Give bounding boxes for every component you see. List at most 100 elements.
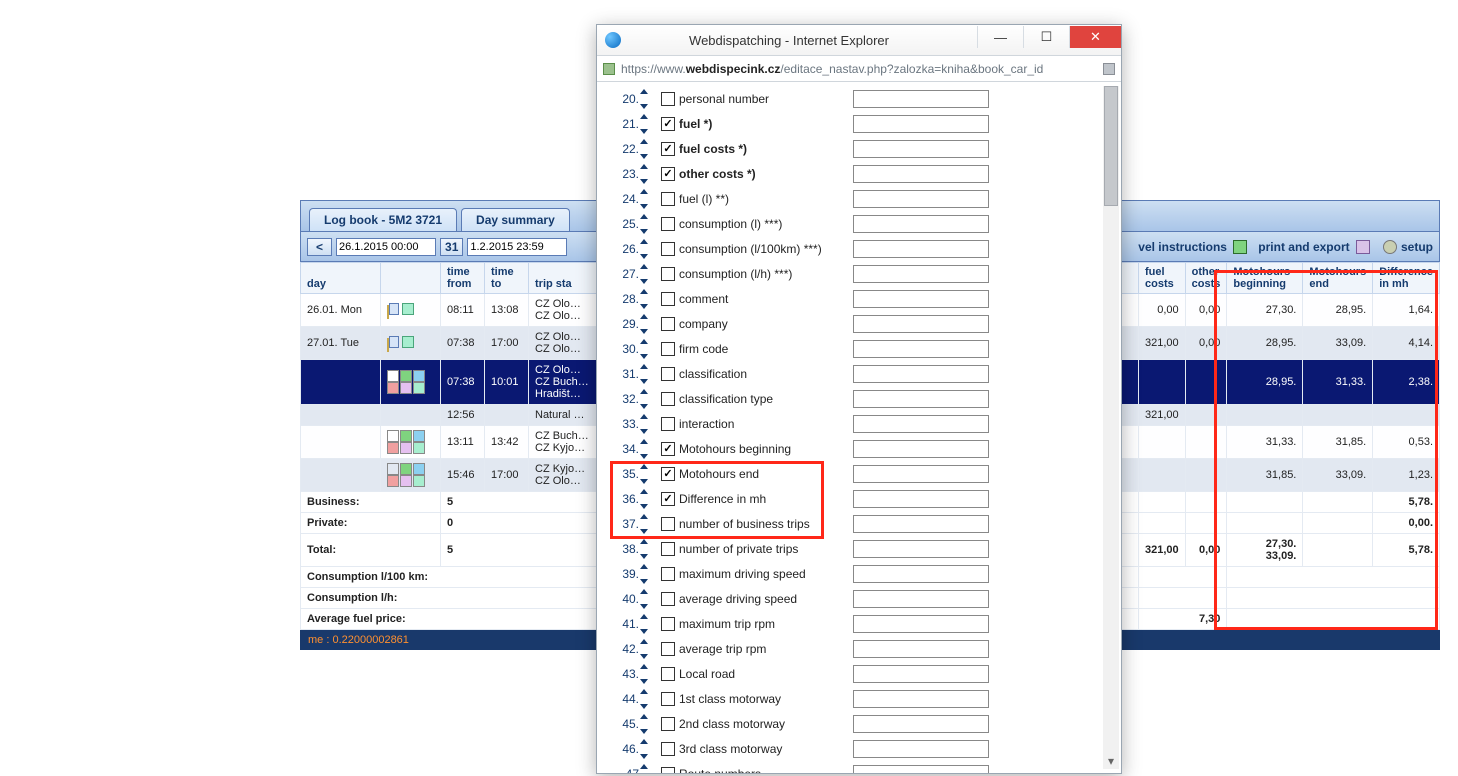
reorder-arrows-icon[interactable] bbox=[639, 114, 651, 134]
reorder-arrows-icon[interactable] bbox=[639, 364, 651, 384]
option-checkbox[interactable] bbox=[661, 542, 675, 556]
scrollbar[interactable]: ▴ ▾ bbox=[1103, 86, 1119, 769]
reorder-arrows-icon[interactable] bbox=[639, 389, 651, 409]
option-checkbox[interactable] bbox=[661, 167, 675, 181]
address-bar[interactable]: https://www.webdispecink.cz/editace_nast… bbox=[597, 56, 1121, 82]
reorder-arrows-icon[interactable] bbox=[639, 414, 651, 434]
option-checkbox[interactable] bbox=[661, 442, 675, 456]
option-value-input[interactable] bbox=[853, 165, 989, 183]
option-checkbox[interactable] bbox=[661, 217, 675, 231]
window-titlebar[interactable]: Webdispatching - Internet Explorer — ☐ ✕ bbox=[597, 25, 1121, 56]
option-checkbox[interactable] bbox=[661, 392, 675, 406]
option-checkbox[interactable] bbox=[661, 192, 675, 206]
option-checkbox[interactable] bbox=[661, 667, 675, 681]
reorder-arrows-icon[interactable] bbox=[639, 289, 651, 309]
option-value-input[interactable] bbox=[853, 540, 989, 558]
col-mh-begin[interactable]: Motohours beginning bbox=[1227, 263, 1303, 294]
print-icon[interactable] bbox=[1356, 240, 1370, 254]
print-export-link[interactable]: print and export bbox=[1258, 240, 1349, 254]
option-checkbox[interactable] bbox=[661, 742, 675, 756]
reorder-arrows-icon[interactable] bbox=[639, 314, 651, 334]
option-value-input[interactable] bbox=[853, 115, 989, 133]
col-other-costs[interactable]: other costs bbox=[1185, 263, 1227, 294]
tab-logbook[interactable]: Log book - 5M2 3721 bbox=[309, 208, 457, 231]
reorder-arrows-icon[interactable] bbox=[639, 89, 651, 109]
reorder-arrows-icon[interactable] bbox=[639, 239, 651, 259]
option-checkbox[interactable] bbox=[661, 242, 675, 256]
reorder-arrows-icon[interactable] bbox=[639, 489, 651, 509]
option-value-input[interactable] bbox=[853, 240, 989, 258]
setup-link[interactable]: setup bbox=[1401, 240, 1433, 254]
option-checkbox[interactable] bbox=[661, 567, 675, 581]
reorder-arrows-icon[interactable] bbox=[639, 164, 651, 184]
col-time-from[interactable]: time from bbox=[441, 263, 485, 294]
option-value-input[interactable] bbox=[853, 565, 989, 583]
reorder-arrows-icon[interactable] bbox=[639, 514, 651, 534]
option-value-input[interactable] bbox=[853, 290, 989, 308]
calendar-button[interactable]: 31 bbox=[440, 238, 463, 256]
option-value-input[interactable] bbox=[853, 765, 989, 774]
option-value-input[interactable] bbox=[853, 665, 989, 683]
reorder-arrows-icon[interactable] bbox=[639, 664, 651, 684]
option-checkbox[interactable] bbox=[661, 592, 675, 606]
option-value-input[interactable] bbox=[853, 615, 989, 633]
col-time-to[interactable]: time to bbox=[485, 263, 529, 294]
gear-icon[interactable] bbox=[1383, 240, 1397, 254]
option-value-input[interactable] bbox=[853, 715, 989, 733]
reorder-arrows-icon[interactable] bbox=[639, 539, 651, 559]
option-checkbox[interactable] bbox=[661, 117, 675, 131]
option-value-input[interactable] bbox=[853, 490, 989, 508]
option-value-input[interactable] bbox=[853, 390, 989, 408]
date-from-input[interactable] bbox=[336, 238, 436, 256]
option-value-input[interactable] bbox=[853, 590, 989, 608]
reorder-arrows-icon[interactable] bbox=[639, 264, 651, 284]
option-checkbox[interactable] bbox=[661, 767, 675, 774]
option-value-input[interactable] bbox=[853, 90, 989, 108]
option-checkbox[interactable] bbox=[661, 342, 675, 356]
option-checkbox[interactable] bbox=[661, 267, 675, 281]
date-to-input[interactable] bbox=[467, 238, 567, 256]
option-checkbox[interactable] bbox=[661, 417, 675, 431]
option-value-input[interactable] bbox=[853, 740, 989, 758]
option-value-input[interactable] bbox=[853, 315, 989, 333]
option-value-input[interactable] bbox=[853, 415, 989, 433]
option-checkbox[interactable] bbox=[661, 692, 675, 706]
col-fuel-costs[interactable]: fuel costs bbox=[1138, 263, 1185, 294]
reorder-arrows-icon[interactable] bbox=[639, 689, 651, 709]
option-checkbox[interactable] bbox=[661, 617, 675, 631]
option-checkbox[interactable] bbox=[661, 492, 675, 506]
reorder-arrows-icon[interactable] bbox=[639, 339, 651, 359]
option-value-input[interactable] bbox=[853, 365, 989, 383]
arrow-icon[interactable] bbox=[402, 336, 414, 348]
option-value-input[interactable] bbox=[853, 215, 989, 233]
reorder-arrows-icon[interactable] bbox=[639, 714, 651, 734]
col-diff-mh[interactable]: Difference in mh bbox=[1373, 263, 1440, 294]
option-value-input[interactable] bbox=[853, 190, 989, 208]
excel-icon[interactable] bbox=[1233, 240, 1247, 254]
arrow-icon[interactable] bbox=[402, 303, 414, 315]
option-value-input[interactable] bbox=[853, 440, 989, 458]
reorder-arrows-icon[interactable] bbox=[639, 439, 651, 459]
reorder-arrows-icon[interactable] bbox=[639, 639, 651, 659]
option-checkbox[interactable] bbox=[661, 92, 675, 106]
doc-icon[interactable] bbox=[389, 303, 399, 315]
close-button[interactable]: ✕ bbox=[1069, 26, 1121, 48]
option-checkbox[interactable] bbox=[661, 642, 675, 656]
reorder-arrows-icon[interactable] bbox=[639, 739, 651, 759]
maximize-button[interactable]: ☐ bbox=[1023, 26, 1069, 48]
option-checkbox[interactable] bbox=[661, 292, 675, 306]
travel-instructions-link[interactable]: vel instructions bbox=[1138, 240, 1227, 254]
doc-icon[interactable] bbox=[389, 336, 399, 348]
option-checkbox[interactable] bbox=[661, 467, 675, 481]
col-day[interactable]: day bbox=[301, 263, 381, 294]
option-value-input[interactable] bbox=[853, 140, 989, 158]
reorder-arrows-icon[interactable] bbox=[639, 614, 651, 634]
reorder-arrows-icon[interactable] bbox=[639, 139, 651, 159]
reorder-arrows-icon[interactable] bbox=[639, 214, 651, 234]
option-checkbox[interactable] bbox=[661, 142, 675, 156]
minimize-button[interactable]: — bbox=[977, 26, 1023, 48]
reorder-arrows-icon[interactable] bbox=[639, 564, 651, 584]
option-checkbox[interactable] bbox=[661, 517, 675, 531]
option-checkbox[interactable] bbox=[661, 317, 675, 331]
option-checkbox[interactable] bbox=[661, 367, 675, 381]
